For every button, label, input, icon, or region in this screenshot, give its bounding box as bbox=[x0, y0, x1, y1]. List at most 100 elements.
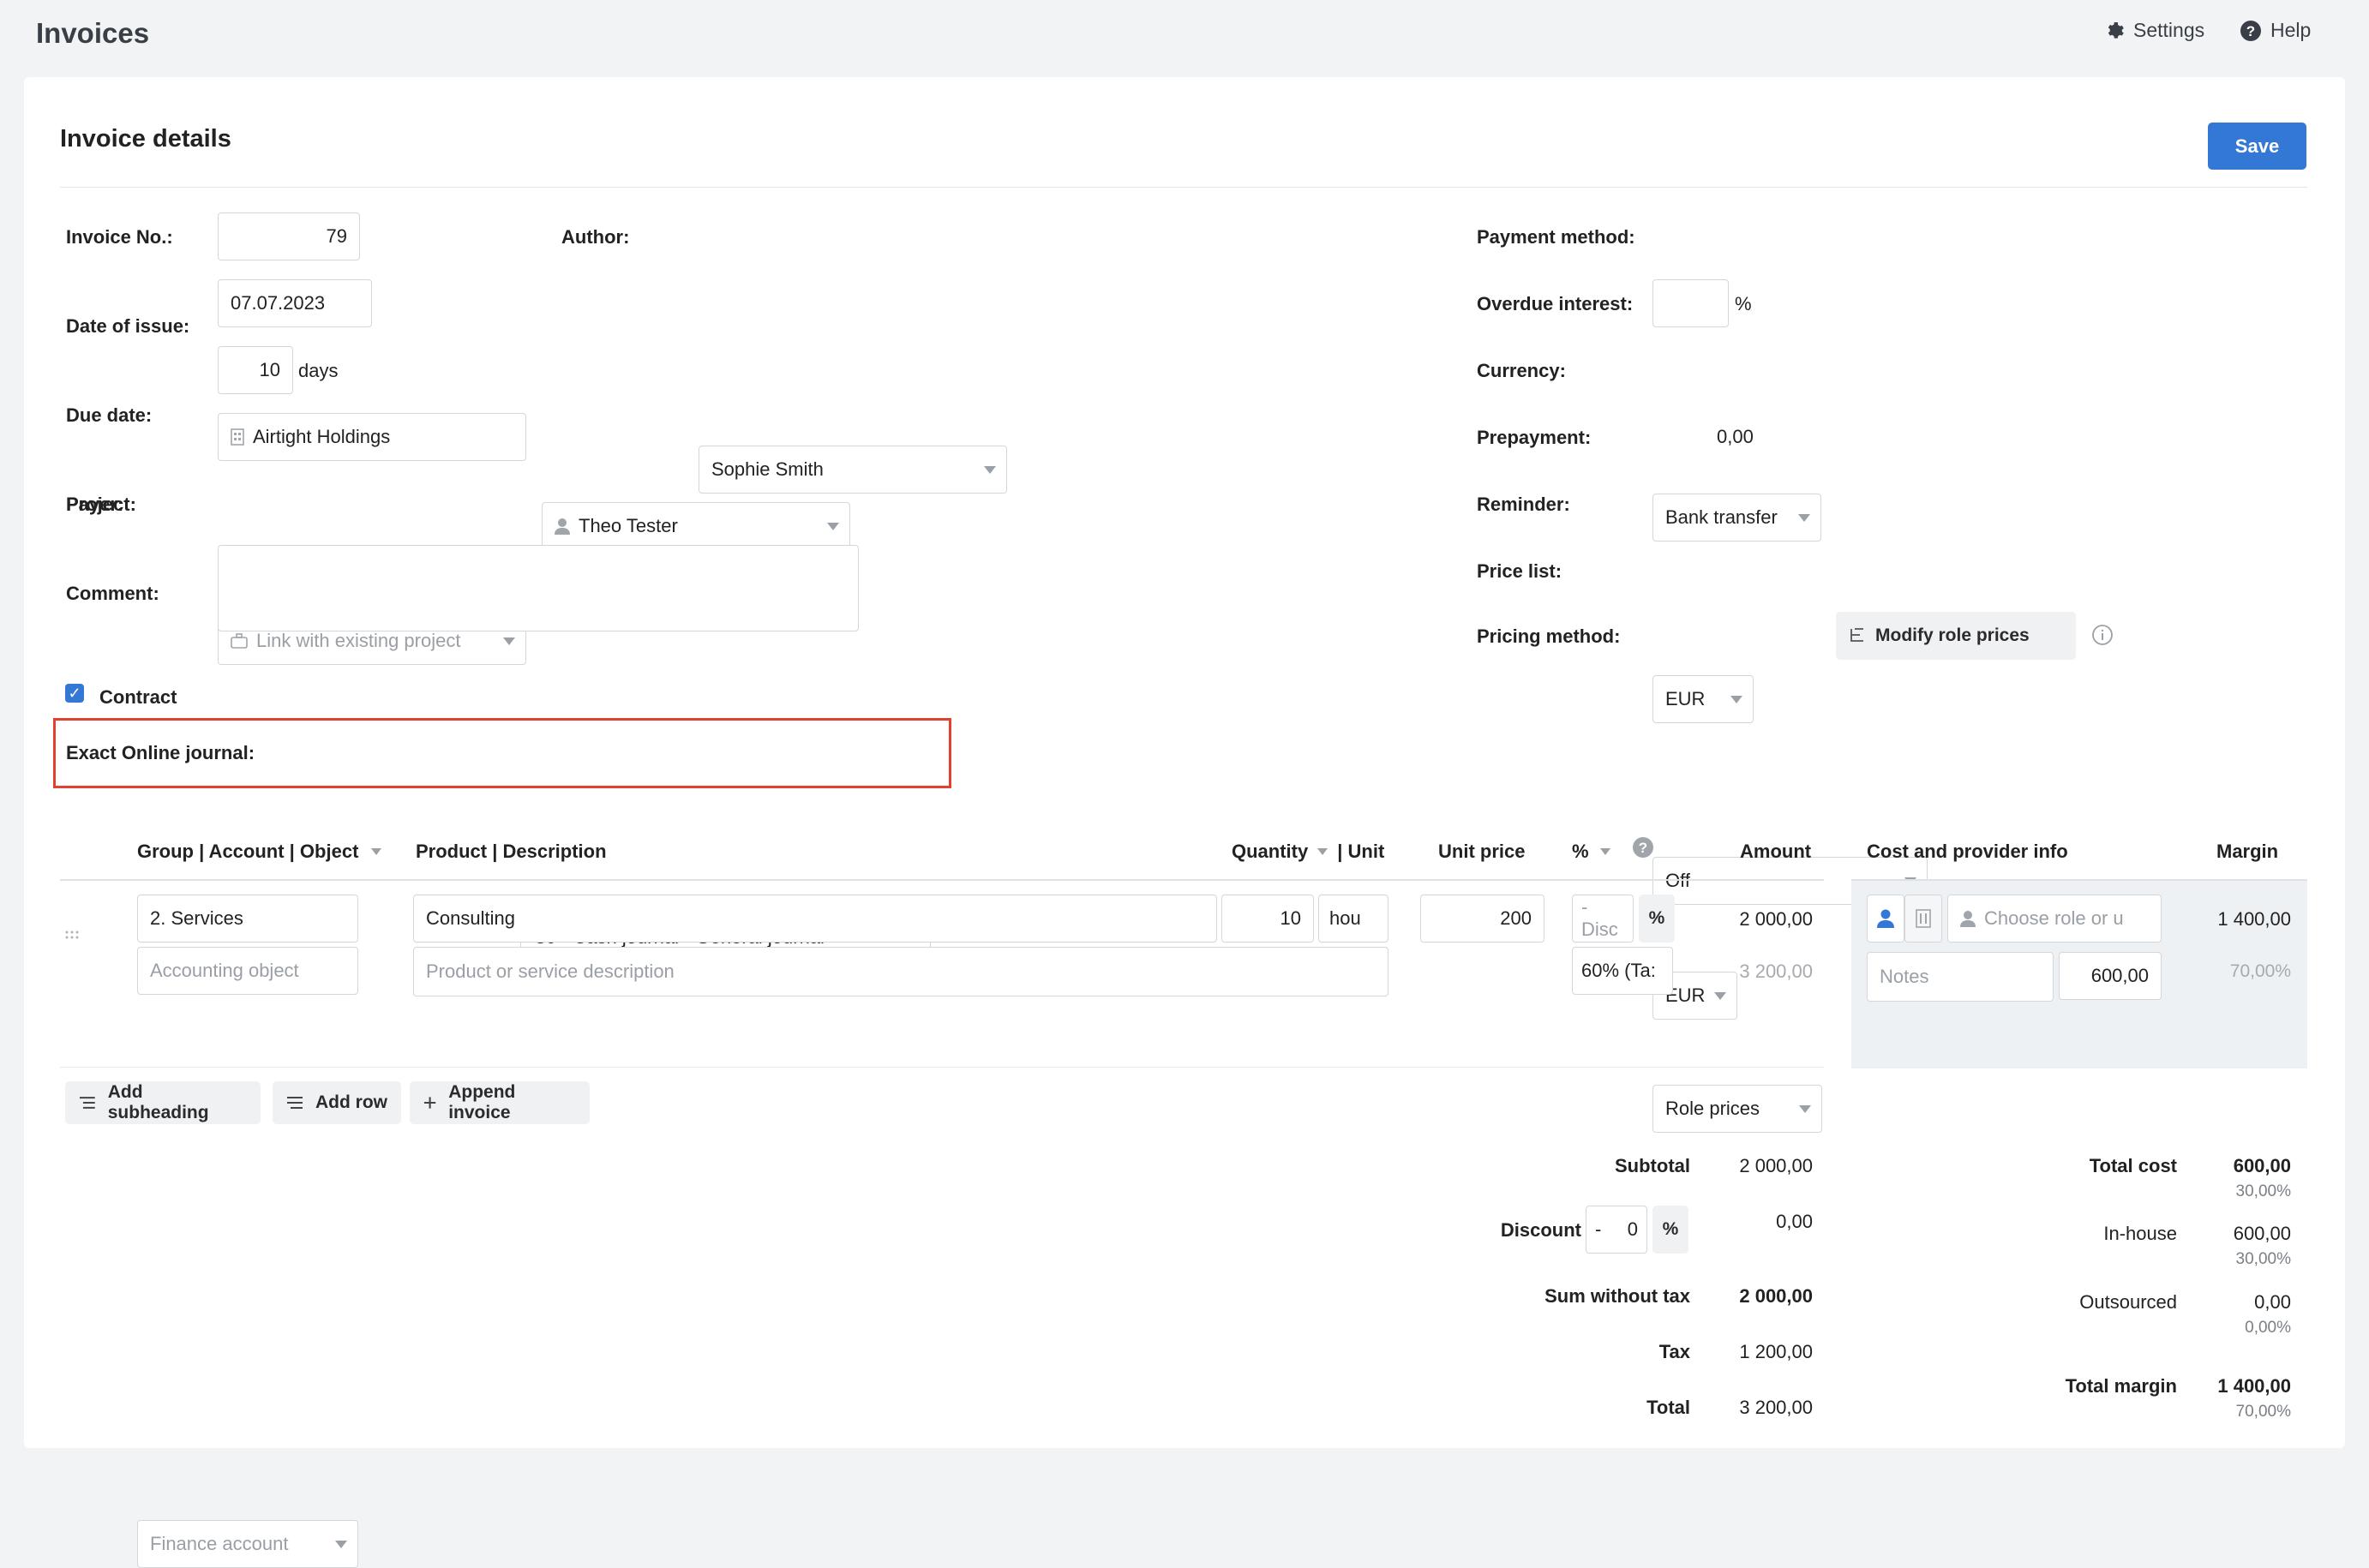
payer-company-field[interactable]: Airtight Holdings bbox=[218, 413, 526, 461]
inhouse-value: 600,00 bbox=[2233, 1223, 2291, 1244]
cost-header-divider bbox=[1851, 879, 2307, 881]
comment-label: Comment: bbox=[66, 583, 159, 604]
col-cost-header: Cost and provider info bbox=[1867, 841, 2068, 862]
total-cost-value: 600,00 bbox=[2233, 1155, 2291, 1176]
chevron-down-icon bbox=[984, 466, 996, 474]
group-input[interactable]: 2. Services bbox=[137, 895, 358, 943]
add-row-button[interactable]: Add row bbox=[273, 1081, 401, 1124]
total-cost-label: Total cost bbox=[2089, 1155, 2177, 1176]
inhouse-pct: 30,00% bbox=[2235, 1250, 2291, 1268]
col-percent-header[interactable]: % bbox=[1572, 841, 1611, 863]
chevron-down-icon bbox=[503, 637, 515, 645]
divider bbox=[60, 187, 2307, 188]
outsourced-toggle[interactable] bbox=[1904, 895, 1942, 943]
discount-total-input[interactable]: - 0 bbox=[1586, 1206, 1647, 1254]
total-cost-pct: 30,00% bbox=[2235, 1182, 2291, 1200]
invoice-no-input[interactable]: 79 bbox=[218, 212, 360, 260]
row-margin-pct: 70,00% bbox=[2229, 961, 2291, 981]
total-value: 3 200,00 bbox=[1739, 1397, 1813, 1418]
description-textarea[interactable]: Product or service description bbox=[413, 947, 1388, 996]
list-icon bbox=[79, 1097, 95, 1109]
plus-icon bbox=[423, 1097, 436, 1109]
discount-label: Discount bbox=[1500, 1219, 1581, 1241]
building-icon bbox=[231, 428, 244, 446]
settings-link[interactable]: Settings bbox=[2104, 19, 2204, 42]
payment-method-select[interactable]: Bank transfer bbox=[1652, 494, 1821, 542]
due-date-input[interactable]: 10 bbox=[218, 346, 293, 394]
person-icon bbox=[555, 518, 570, 535]
overdue-input[interactable] bbox=[1652, 279, 1729, 327]
section-title: Invoice details bbox=[60, 125, 231, 153]
col-unit-label: | Unit bbox=[1337, 841, 1385, 862]
overdue-label: Overdue interest: bbox=[1477, 293, 1634, 314]
chevron-down-icon bbox=[1714, 992, 1726, 1000]
col-margin-header: Margin bbox=[2216, 841, 2279, 862]
subtotal-value: 2 000,00 bbox=[1739, 1155, 1813, 1176]
currency-value: EUR bbox=[1665, 688, 1706, 709]
help-link[interactable]: ? Help bbox=[2240, 19, 2311, 42]
col-quantity-header[interactable]: Quantity | Unit bbox=[1232, 841, 1384, 863]
modify-label: Modify role prices bbox=[1875, 625, 2030, 645]
list-tree-icon bbox=[1850, 628, 1863, 642]
chevron-down-icon bbox=[1599, 848, 1610, 855]
role-placeholder: Choose role or u bbox=[1984, 907, 2124, 929]
overdue-unit: % bbox=[1735, 293, 1752, 314]
payer-person-select[interactable]: Theo Tester bbox=[542, 502, 850, 550]
chevron-down-icon bbox=[1730, 696, 1742, 703]
currency-select[interactable]: EUR bbox=[1652, 675, 1754, 723]
gear-icon bbox=[2108, 21, 2124, 39]
invoice-no-label: Invoice No.: bbox=[66, 226, 2369, 248]
subtotal-label: Subtotal bbox=[1615, 1155, 1690, 1176]
drag-handle-icon[interactable] bbox=[64, 930, 80, 940]
accounting-object-input[interactable]: Accounting object bbox=[137, 947, 358, 995]
unit-input[interactable]: hou bbox=[1318, 895, 1388, 943]
date-input[interactable]: 07.07.2023 bbox=[218, 279, 372, 327]
role-select[interactable]: Choose role or u bbox=[1947, 895, 2162, 943]
reminder-label: Reminder: bbox=[1477, 494, 1570, 515]
person-icon bbox=[1877, 909, 1894, 928]
author-select[interactable]: Sophie Smith bbox=[699, 446, 1007, 494]
cost-input[interactable]: 600,00 bbox=[2059, 952, 2162, 1000]
pricing-select[interactable]: Role prices bbox=[1652, 1085, 1822, 1133]
discount-unit-toggle[interactable]: % bbox=[1652, 1206, 1688, 1254]
help-circle-icon[interactable]: ? bbox=[1632, 836, 1654, 859]
comment-textarea[interactable] bbox=[218, 545, 859, 631]
unit-price-input[interactable]: 200 bbox=[1420, 895, 1544, 943]
chevron-down-icon bbox=[1798, 514, 1810, 522]
contract-checkbox[interactable]: ✓ bbox=[65, 684, 84, 703]
discount-amount: 0,00 bbox=[1776, 1211, 1813, 1232]
add-subheading-button[interactable]: Add subheading bbox=[65, 1081, 261, 1124]
col-group-label: Group | Account | Object bbox=[137, 841, 359, 862]
inhouse-label: In-house bbox=[2103, 1223, 2177, 1244]
modify-role-prices-button[interactable]: Modify role prices bbox=[1836, 612, 2076, 660]
due-unit: days bbox=[298, 360, 339, 381]
payment-method-label: Payment method: bbox=[1477, 226, 1635, 248]
svg-text:?: ? bbox=[2246, 23, 2255, 39]
finance-account-placeholder: Finance account bbox=[150, 1533, 289, 1554]
info-icon[interactable] bbox=[2091, 624, 2114, 646]
settings-label: Settings bbox=[2133, 19, 2205, 41]
total-label: Total bbox=[1646, 1397, 1690, 1418]
col-product-header: Product | Description bbox=[416, 841, 607, 862]
discount-value: 0 bbox=[1627, 1218, 1638, 1240]
discount-sign: - bbox=[1595, 1218, 1602, 1240]
author-value: Sophie Smith bbox=[711, 458, 824, 480]
save-button[interactable]: Save bbox=[2208, 123, 2306, 170]
add-subheading-label: Add subheading bbox=[107, 1082, 209, 1122]
append-invoice-button[interactable]: Append invoice bbox=[410, 1081, 590, 1124]
percent-toggle[interactable]: % bbox=[1639, 895, 1675, 943]
finance-account-select[interactable]: Finance account bbox=[137, 1520, 358, 1568]
product-input[interactable]: Consulting bbox=[413, 895, 1217, 943]
notes-textarea[interactable]: Notes bbox=[1867, 952, 2054, 1002]
inhouse-toggle[interactable] bbox=[1867, 895, 1904, 943]
discount-input[interactable]: -Disc bbox=[1572, 895, 1634, 943]
help-icon: ? bbox=[2240, 20, 2261, 41]
person-icon bbox=[1960, 911, 1976, 927]
table-header-divider bbox=[60, 879, 1824, 881]
tax-select[interactable]: 60% (Ta: bbox=[1572, 947, 1673, 995]
chevron-down-icon bbox=[335, 1541, 347, 1548]
prepayment-value: 0,00 bbox=[1717, 426, 1754, 447]
reminder-value: Off bbox=[1665, 870, 1690, 891]
quantity-input[interactable]: 10 bbox=[1221, 895, 1314, 943]
col-group-header[interactable]: Group | Account | Object bbox=[137, 841, 382, 863]
